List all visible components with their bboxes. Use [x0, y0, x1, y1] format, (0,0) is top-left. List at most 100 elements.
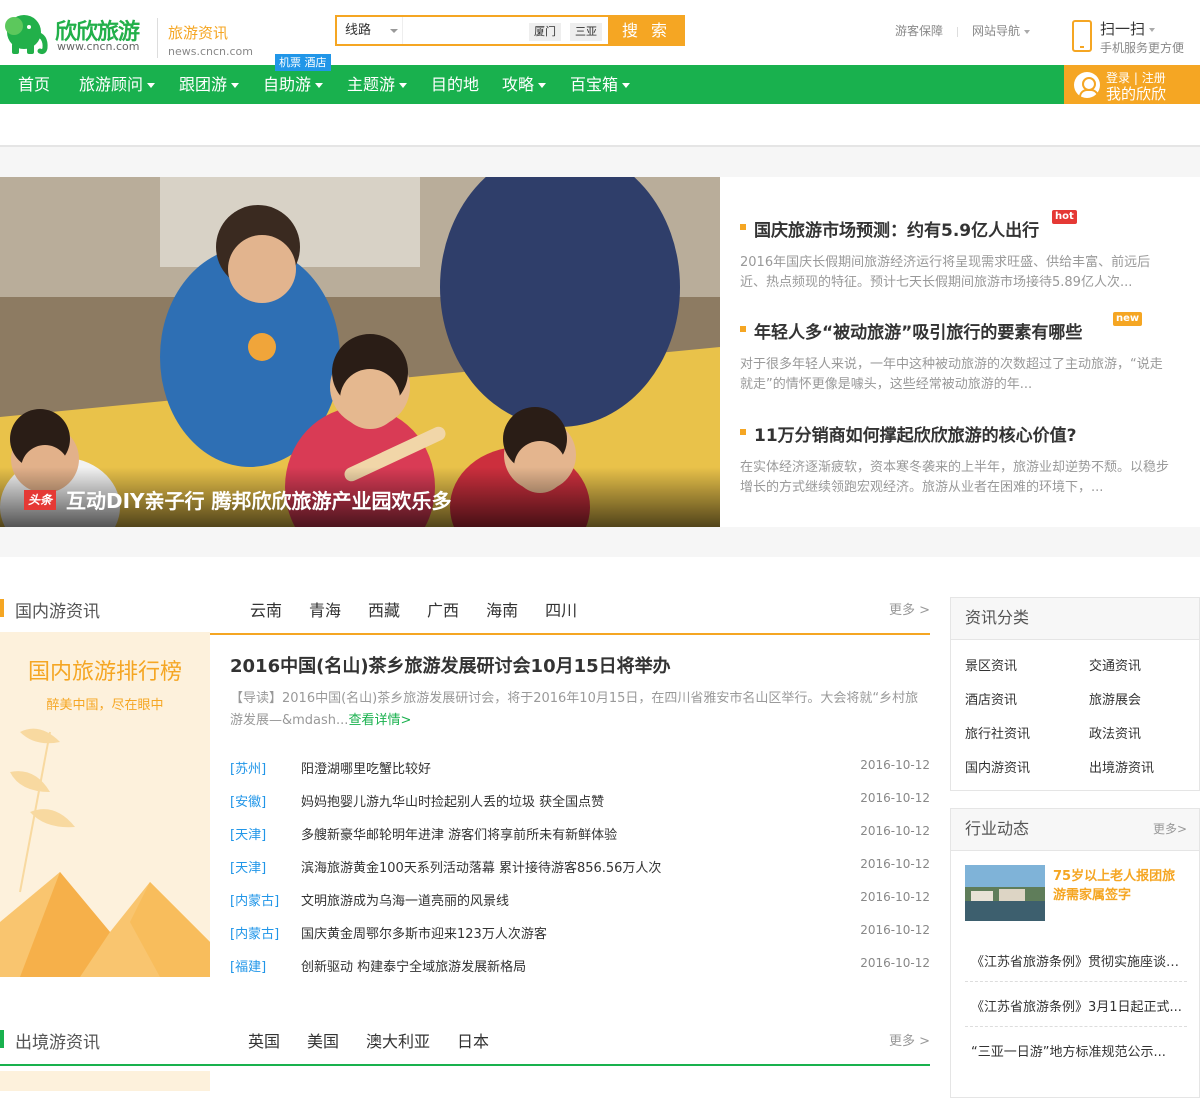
nav-toolbox[interactable]: 百宝箱 [570, 65, 631, 104]
tab-tibet[interactable]: 西藏 [368, 601, 400, 620]
channel-logo[interactable]: 旅游资讯 news.cncn.com [168, 22, 268, 58]
region-tag[interactable]: [安徽] [230, 795, 266, 810]
tab-guangxi[interactable]: 广西 [427, 601, 459, 620]
tourist-guarantee-link[interactable]: 游客保障 [895, 24, 943, 38]
list-item-title[interactable]: 多艘新豪华邮轮明年进津 游客们将享前所未有新鲜体验 [301, 824, 617, 843]
headline-title[interactable]: 国庆旅游市场预测：约有5.9亿人出行 hot [740, 210, 1175, 241]
domestic-section-header: 国内游资讯 云南 青海 西藏 广西 海南 四川 更多 > [0, 599, 930, 635]
section-marker [0, 1030, 4, 1048]
nav-label: 主题游 [347, 75, 396, 94]
hot-tag-xiamen[interactable]: 厦门 [529, 23, 561, 41]
list-item-title[interactable]: 阳澄湖哪里吃蟹比较好 [301, 758, 431, 777]
industry-list-item[interactable]: 《江苏省旅游条例》贯彻实施座谈会... [971, 951, 1186, 970]
domestic-lead-article: 2016中国(名山)茶乡旅游发展研讨会10月15日将举办 【导读】2016中国(… [230, 652, 930, 732]
headline-summary: 2016年国庆长假期间旅游经济运行将呈现需求旺盛、供给丰富、前远后近、热点频现的… [740, 255, 1151, 290]
read-more-link[interactable]: 查看详情> [348, 713, 411, 728]
region-tag[interactable]: [内蒙古] [230, 894, 279, 909]
industry-title: 行业动态 [965, 819, 1030, 838]
list-item-date: 2016-10-12 [860, 923, 930, 937]
list-item-title[interactable]: 滨海旅游黄金100天系列活动落幕 累计接待游客856.56万人次 [301, 857, 661, 876]
list-item[interactable]: [福建] 创新驱动 构建泰宁全域旅游发展新格局 2016-10-12 [230, 956, 930, 976]
headline-title[interactable]: 年轻人多“被动旅游”吸引旅行的要素有哪些 new [740, 312, 1175, 343]
elephant-logo-icon [5, 15, 48, 55]
tab-yunnan[interactable]: 云南 [250, 601, 282, 620]
search-bar: 线路 厦门 三亚 搜 索 [335, 15, 685, 46]
more-link[interactable]: 更多> [1153, 809, 1187, 849]
search-category-value: 线路 [345, 23, 372, 38]
search-button[interactable]: 搜 索 [608, 15, 685, 46]
more-link[interactable]: 更多 > [889, 599, 930, 618]
list-item[interactable]: [内蒙古] 文明旅游成为乌海一道亮丽的风景线 2016-10-12 [230, 890, 930, 910]
nav-theme-tour[interactable]: 主题游 [347, 65, 408, 104]
lead-article-summary: 【导读】2016中国(名山)茶乡旅游发展研讨会，将于2016年10月15日，在四… [230, 688, 920, 732]
nav-label: 百宝箱 [570, 75, 619, 94]
tab-japan[interactable]: 日本 [457, 1032, 489, 1051]
headline-item: 年轻人多“被动旅游”吸引旅行的要素有哪些 new 对于很多年轻人来说，一年中这种被… [740, 312, 1175, 395]
outbound-banner[interactable] [0, 1071, 210, 1091]
new-badge: new [1113, 312, 1143, 326]
list-item[interactable]: [安徽] 妈妈抱婴儿游九华山时捡起别人丢的垃圾 获全国点赞 2016-10-12 [230, 791, 930, 811]
lead-article-title[interactable]: 2016中国(名山)茶乡旅游发展研讨会10月15日将举办 [230, 652, 930, 678]
list-item[interactable]: [苏州] 阳澄湖哪里吃蟹比较好 2016-10-12 [230, 758, 930, 778]
nav-group-tour[interactable]: 跟团游 [179, 65, 240, 104]
category-agency[interactable]: 旅行社资讯 [965, 723, 1030, 742]
category-outbound[interactable]: 出境游资讯 [1089, 757, 1154, 776]
my-account-menu[interactable]: 我的欣欣 [1106, 83, 1166, 104]
region-tag[interactable]: [福建] [230, 960, 266, 975]
nav-destinations[interactable]: 目的地 [431, 65, 479, 104]
hot-tag-sanya[interactable]: 三亚 [570, 23, 602, 41]
tab-qinghai[interactable]: 青海 [309, 601, 341, 620]
more-link[interactable]: 更多 > [889, 1030, 930, 1049]
search-input[interactable] [405, 19, 525, 42]
hero-slide[interactable]: 头条 互动DIY亲子行 腾邦欣欣旅游产业园欢乐多 [0, 177, 720, 527]
chevron-down-icon [390, 29, 398, 33]
tab-uk[interactable]: 英国 [248, 1032, 280, 1051]
nav-flag-flight-hotel[interactable]: 机票 酒店 [275, 54, 331, 71]
nav-guides[interactable]: 攻略 [502, 65, 547, 104]
industry-list-item[interactable]: “三亚一日游”地方标准规范公示... [971, 1041, 1186, 1060]
category-domestic[interactable]: 国内游资讯 [965, 757, 1030, 776]
region-tabs: 云南 青海 西藏 广西 海南 四川 [250, 597, 604, 621]
list-item[interactable]: [天津] 滨海旅游黄金100天系列活动落幕 累计接待游客856.56万人次 2016… [230, 857, 930, 877]
tab-usa[interactable]: 美国 [307, 1032, 339, 1051]
category-hotel[interactable]: 酒店资讯 [965, 689, 1017, 708]
category-policy[interactable]: 政法资讯 [1089, 723, 1141, 742]
site-logo[interactable]: 欣欣旅游 www.cncn.com [0, 8, 150, 58]
header-divider [157, 18, 158, 58]
tab-australia[interactable]: 澳大利亚 [366, 1032, 430, 1051]
category-expo[interactable]: 旅游展会 [1089, 689, 1141, 708]
headline-title[interactable]: 11万分销商如何撑起欣欣旅游的核心价值? [740, 421, 1175, 446]
hero-title[interactable]: 互动DIY亲子行 腾邦欣欣旅游产业园欢乐多 [66, 485, 452, 514]
section-title[interactable]: 出境游资讯 [15, 1028, 100, 1053]
region-tag[interactable]: [内蒙古] [230, 927, 279, 942]
nav-home[interactable]: 首页 [18, 65, 50, 104]
category-scenic[interactable]: 景区资讯 [965, 655, 1017, 674]
list-item-title[interactable]: 妈妈抱婴儿游九华山时捡起别人丢的垃圾 获全国点赞 [301, 791, 604, 810]
region-tag[interactable]: [苏州] [230, 762, 266, 777]
section-title[interactable]: 国内游资讯 [15, 597, 100, 622]
category-list: 景区资讯 交通资讯 酒店资讯 旅游展会 旅行社资讯 政法资讯 国内游资讯 出境游… [951, 640, 1199, 790]
list-item-title[interactable]: 文明旅游成为乌海一道亮丽的风景线 [301, 890, 509, 909]
industry-featured[interactable]: 75岁以上老人报团旅游需家属签字 [951, 851, 1199, 937]
headline-summary: 对于很多年轻人来说，一年中这种被动旅游的次数超过了主动旅游，“说走就走”的情怀更… [740, 357, 1163, 392]
outbound-section-header: 出境游资讯 英国 美国 澳大利亚 日本 更多 > [0, 1030, 930, 1066]
list-item-title[interactable]: 创新驱动 构建泰宁全域旅游发展新格局 [301, 956, 526, 975]
domestic-ranking-banner[interactable]: 国内旅游排行榜 醉美中国，尽在眼中 [0, 632, 210, 977]
category-transport[interactable]: 交通资讯 [1089, 655, 1141, 674]
industry-list-item[interactable]: 《江苏省旅游条例》3月1日起正式... [971, 996, 1186, 1015]
list-item-date: 2016-10-12 [860, 758, 930, 772]
region-tag[interactable]: [天津] [230, 861, 266, 876]
tab-hainan[interactable]: 海南 [486, 601, 518, 620]
list-item-title[interactable]: 国庆黄金周鄂尔多斯市迎来123万人次游客 [301, 923, 547, 942]
section-underline [0, 1064, 930, 1066]
region-tag[interactable]: [天津] [230, 828, 266, 843]
list-item[interactable]: [天津] 多艘新豪华邮轮明年进津 游客们将享前所未有新鲜体验 2016-10-12 [230, 824, 930, 844]
list-item[interactable]: [内蒙古] 国庆黄金周鄂尔多斯市迎来123万人次游客 2016-10-12 [230, 923, 930, 943]
search-category-select[interactable]: 线路 [337, 17, 403, 44]
divider [965, 981, 1187, 982]
site-nav-link[interactable]: 网站导航 [972, 24, 1031, 38]
brand-url: www.cncn.com [57, 40, 140, 53]
tab-sichuan[interactable]: 四川 [545, 601, 577, 620]
user-avatar-icon [1074, 72, 1100, 98]
nav-travel-advisor[interactable]: 旅游顾问 [79, 65, 156, 104]
